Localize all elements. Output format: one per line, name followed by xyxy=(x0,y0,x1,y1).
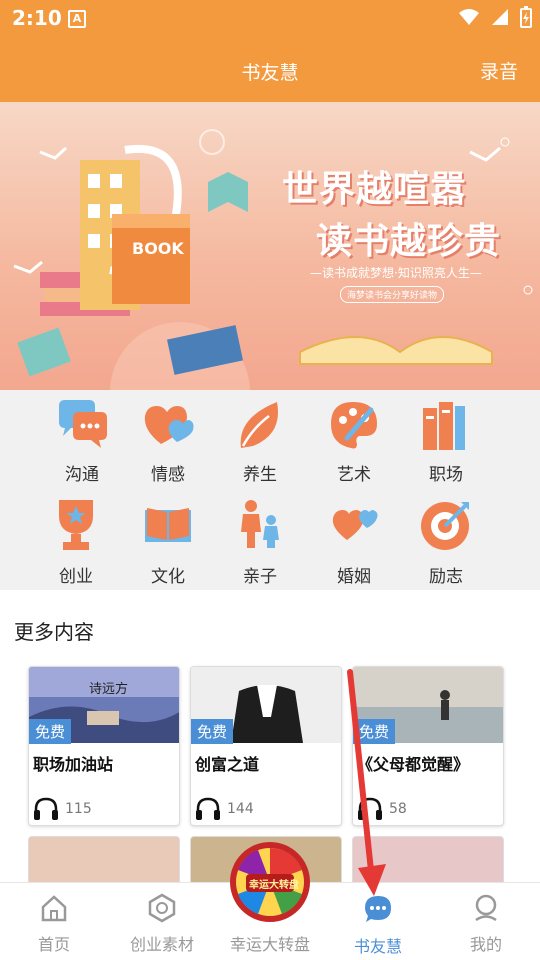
nav-startup-materials[interactable]: 创业素材 xyxy=(108,883,216,960)
category-label: 职场 xyxy=(429,465,463,485)
category-label: 情感 xyxy=(151,465,185,485)
hearts-icon xyxy=(144,406,194,444)
category-grid: 沟通 情感 养生 艺术 职场 创业 文化 亲子 婚姻 励志 xyxy=(0,390,540,590)
status-icons xyxy=(458,6,532,28)
nav-mine[interactable]: 我的 xyxy=(432,883,540,960)
book-box: BOOK xyxy=(112,214,190,304)
banner-headline-2: 读书越珍贵 xyxy=(316,221,502,262)
category-marriage[interactable]: 婚姻 xyxy=(308,492,400,592)
svg-text:幸运大转盘: 幸运大转盘 xyxy=(249,878,299,891)
category-inspiration[interactable]: 励志 xyxy=(400,492,492,592)
play-count: 115 xyxy=(33,797,92,821)
status-bar: 2:10 A xyxy=(0,0,540,38)
content-card[interactable]: 免费 《父母都觉醒》 58 xyxy=(352,666,504,826)
free-badge: 免费 xyxy=(191,719,234,744)
headphones-icon xyxy=(196,797,220,820)
palette-icon xyxy=(331,402,377,449)
category-label: 创业 xyxy=(59,567,93,587)
books-icon xyxy=(423,402,465,450)
category-parenting[interactable]: 亲子 xyxy=(214,492,306,592)
trophy-icon xyxy=(59,500,93,550)
category-label: 婚姻 xyxy=(337,567,371,587)
headphones-icon xyxy=(34,797,58,820)
app-header: 2:10 A 书友慧 录音 xyxy=(0,0,540,102)
battery-icon xyxy=(520,6,532,28)
leaf-icon xyxy=(240,402,278,448)
category-health[interactable]: 养生 xyxy=(214,394,306,494)
card-title: 创富之道 xyxy=(195,755,260,774)
lucky-wheel-icon[interactable]: 幸运大转盘 xyxy=(228,840,312,924)
category-label: 艺术 xyxy=(337,465,371,485)
category-career[interactable]: 职场 xyxy=(400,394,492,494)
category-label: 养生 xyxy=(243,465,277,485)
play-count-value: 115 xyxy=(65,801,92,817)
promo-banner[interactable]: BOOK 世界越喧嚣 读书越珍贵 —读书成就梦想·知识照亮人生— 海梦读书会分享… xyxy=(0,102,540,390)
hearts-pair-icon xyxy=(332,510,378,540)
banner-headline-1: 世界越喧嚣 xyxy=(282,169,468,210)
play-count: 144 xyxy=(195,797,254,821)
category-culture[interactable]: 文化 xyxy=(122,492,214,592)
svg-text:BOOK: BOOK xyxy=(132,239,184,258)
play-count: 58 xyxy=(357,797,407,821)
signal-icon xyxy=(492,9,508,25)
chat-bubbles-icon xyxy=(59,400,107,448)
page-title: 书友慧 xyxy=(241,62,299,84)
category-startup[interactable]: 创业 xyxy=(30,492,122,592)
svg-text:诗远方: 诗远方 xyxy=(89,681,128,697)
nav-label: 幸运大转盘 xyxy=(229,935,310,954)
record-button[interactable]: 录音 xyxy=(480,57,518,84)
banner-tagline: 海梦读书会分享好读物 xyxy=(340,286,445,303)
headphones-icon xyxy=(358,797,382,820)
card-title: 《父母都觉醒》 xyxy=(357,755,470,774)
chat-icon xyxy=(365,896,391,922)
nav-label: 首页 xyxy=(37,935,70,954)
more-section-title: 更多内容 xyxy=(14,620,94,644)
user-icon xyxy=(475,894,497,922)
open-book-icon xyxy=(145,508,191,542)
category-label: 亲子 xyxy=(243,567,277,587)
wifi-icon xyxy=(459,9,479,25)
banner-subtitle: —读书成就梦想·知识照亮人生— xyxy=(310,266,482,280)
nav-label: 书友慧 xyxy=(353,937,402,956)
content-card[interactable]: 诗远方 免费 职场加油站 115 xyxy=(28,666,180,826)
play-count-value: 144 xyxy=(227,801,254,817)
status-time: 2:10 xyxy=(12,6,62,30)
nav-label: 我的 xyxy=(469,935,502,954)
play-count-value: 58 xyxy=(389,801,407,817)
hexagon-icon xyxy=(148,893,176,923)
home-icon xyxy=(41,895,67,922)
free-badge: 免费 xyxy=(29,719,72,744)
category-art[interactable]: 艺术 xyxy=(308,394,400,494)
card-title: 职场加油站 xyxy=(33,755,114,774)
category-label: 励志 xyxy=(429,567,463,587)
category-label: 文化 xyxy=(151,567,185,587)
content-card[interactable]: 免费 创富之道 144 xyxy=(190,666,342,826)
title-bar: 书友慧 录音 xyxy=(0,52,540,88)
nav-home[interactable]: 首页 xyxy=(0,883,108,960)
nav-book-friends[interactable]: 书友慧 xyxy=(324,883,432,960)
parent-child-icon xyxy=(241,500,279,548)
notification-a-icon: A xyxy=(68,10,86,28)
category-emotion[interactable]: 情感 xyxy=(122,394,214,494)
category-label: 沟通 xyxy=(65,465,99,485)
target-icon xyxy=(421,502,469,550)
free-badge: 免费 xyxy=(353,719,396,744)
category-communication[interactable]: 沟通 xyxy=(36,394,128,494)
nav-label: 创业素材 xyxy=(129,935,194,954)
